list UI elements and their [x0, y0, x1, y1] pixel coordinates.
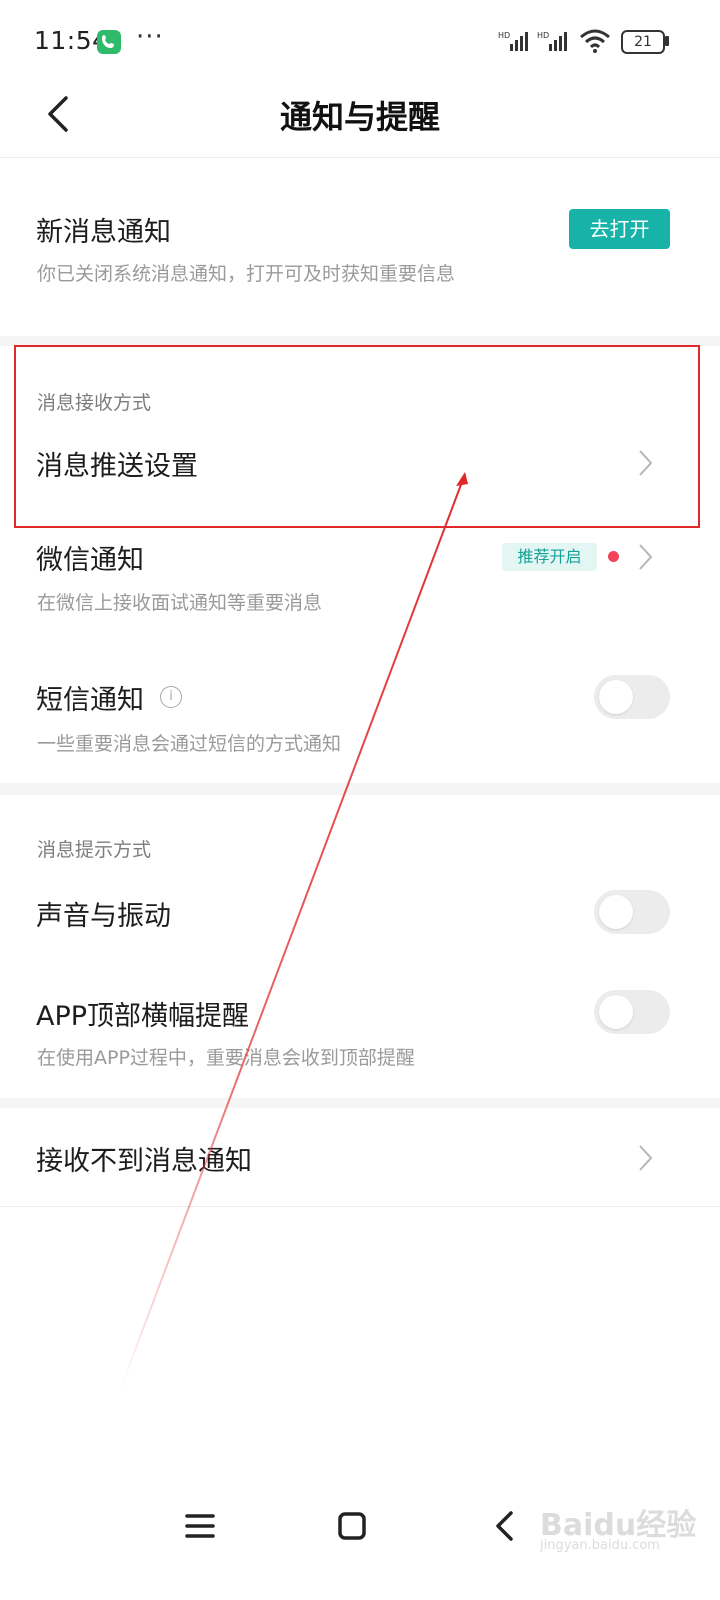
- highlight-box: [14, 345, 700, 528]
- signal-icon-1: HD: [498, 30, 532, 56]
- more-dots-icon: ···: [136, 22, 164, 52]
- watermark-url: jingyan.baidu.com: [540, 1538, 660, 1553]
- not-receiving-title: 接收不到消息通知: [36, 1146, 252, 1177]
- open-notification-button[interactable]: 去打开: [569, 209, 670, 249]
- menu-nav-icon[interactable]: [180, 1506, 220, 1546]
- battery-icon: 21: [621, 30, 665, 54]
- red-dot-indicator: [608, 551, 619, 562]
- wechat-notification-subtitle: 在微信上接收面试通知等重要消息: [37, 592, 323, 614]
- new-message-subtitle: 你已关闭系统消息通知，打开可及时获知重要信息: [37, 263, 456, 285]
- list-end-divider: [0, 1206, 720, 1207]
- sms-notification-title: 短信通知: [36, 685, 144, 716]
- wifi-icon: [578, 28, 612, 58]
- app-banner-title: APP顶部横幅提醒: [36, 1001, 250, 1032]
- sms-notification-toggle[interactable]: [594, 675, 670, 719]
- battery-tip: [665, 36, 669, 46]
- sms-notification-subtitle: 一些重要消息会通过短信的方式通知: [37, 733, 342, 755]
- back-nav-icon[interactable]: [486, 1506, 526, 1546]
- phone-call-icon: [97, 30, 121, 54]
- info-icon[interactable]: i: [160, 686, 182, 708]
- prompt-section-label: 消息提示方式: [37, 839, 152, 861]
- signal-hd-1-label: HD: [498, 31, 510, 40]
- section-gap: [0, 1098, 720, 1108]
- new-message-title: 新消息通知: [36, 217, 171, 248]
- sound-vibration-toggle[interactable]: [594, 890, 670, 934]
- signal-hd-2-label: HD: [537, 31, 549, 40]
- sound-vibration-title: 声音与振动: [36, 901, 171, 932]
- page-title: 通知与提醒: [279, 98, 440, 136]
- app-banner-subtitle: 在使用APP过程中，重要消息会收到顶部提醒: [37, 1047, 415, 1069]
- section-gap: [0, 783, 720, 795]
- toggle-knob: [599, 995, 633, 1029]
- chevron-right-icon: [636, 1141, 656, 1175]
- home-nav-icon[interactable]: [332, 1506, 372, 1546]
- signal-icon-2: HD: [537, 30, 571, 56]
- recommend-badge: 推荐开启: [502, 543, 597, 571]
- toggle-knob: [599, 895, 633, 929]
- toggle-knob: [599, 680, 633, 714]
- wechat-notification-title: 微信通知: [36, 545, 144, 576]
- chevron-right-icon: [636, 540, 656, 574]
- app-banner-toggle[interactable]: [594, 990, 670, 1034]
